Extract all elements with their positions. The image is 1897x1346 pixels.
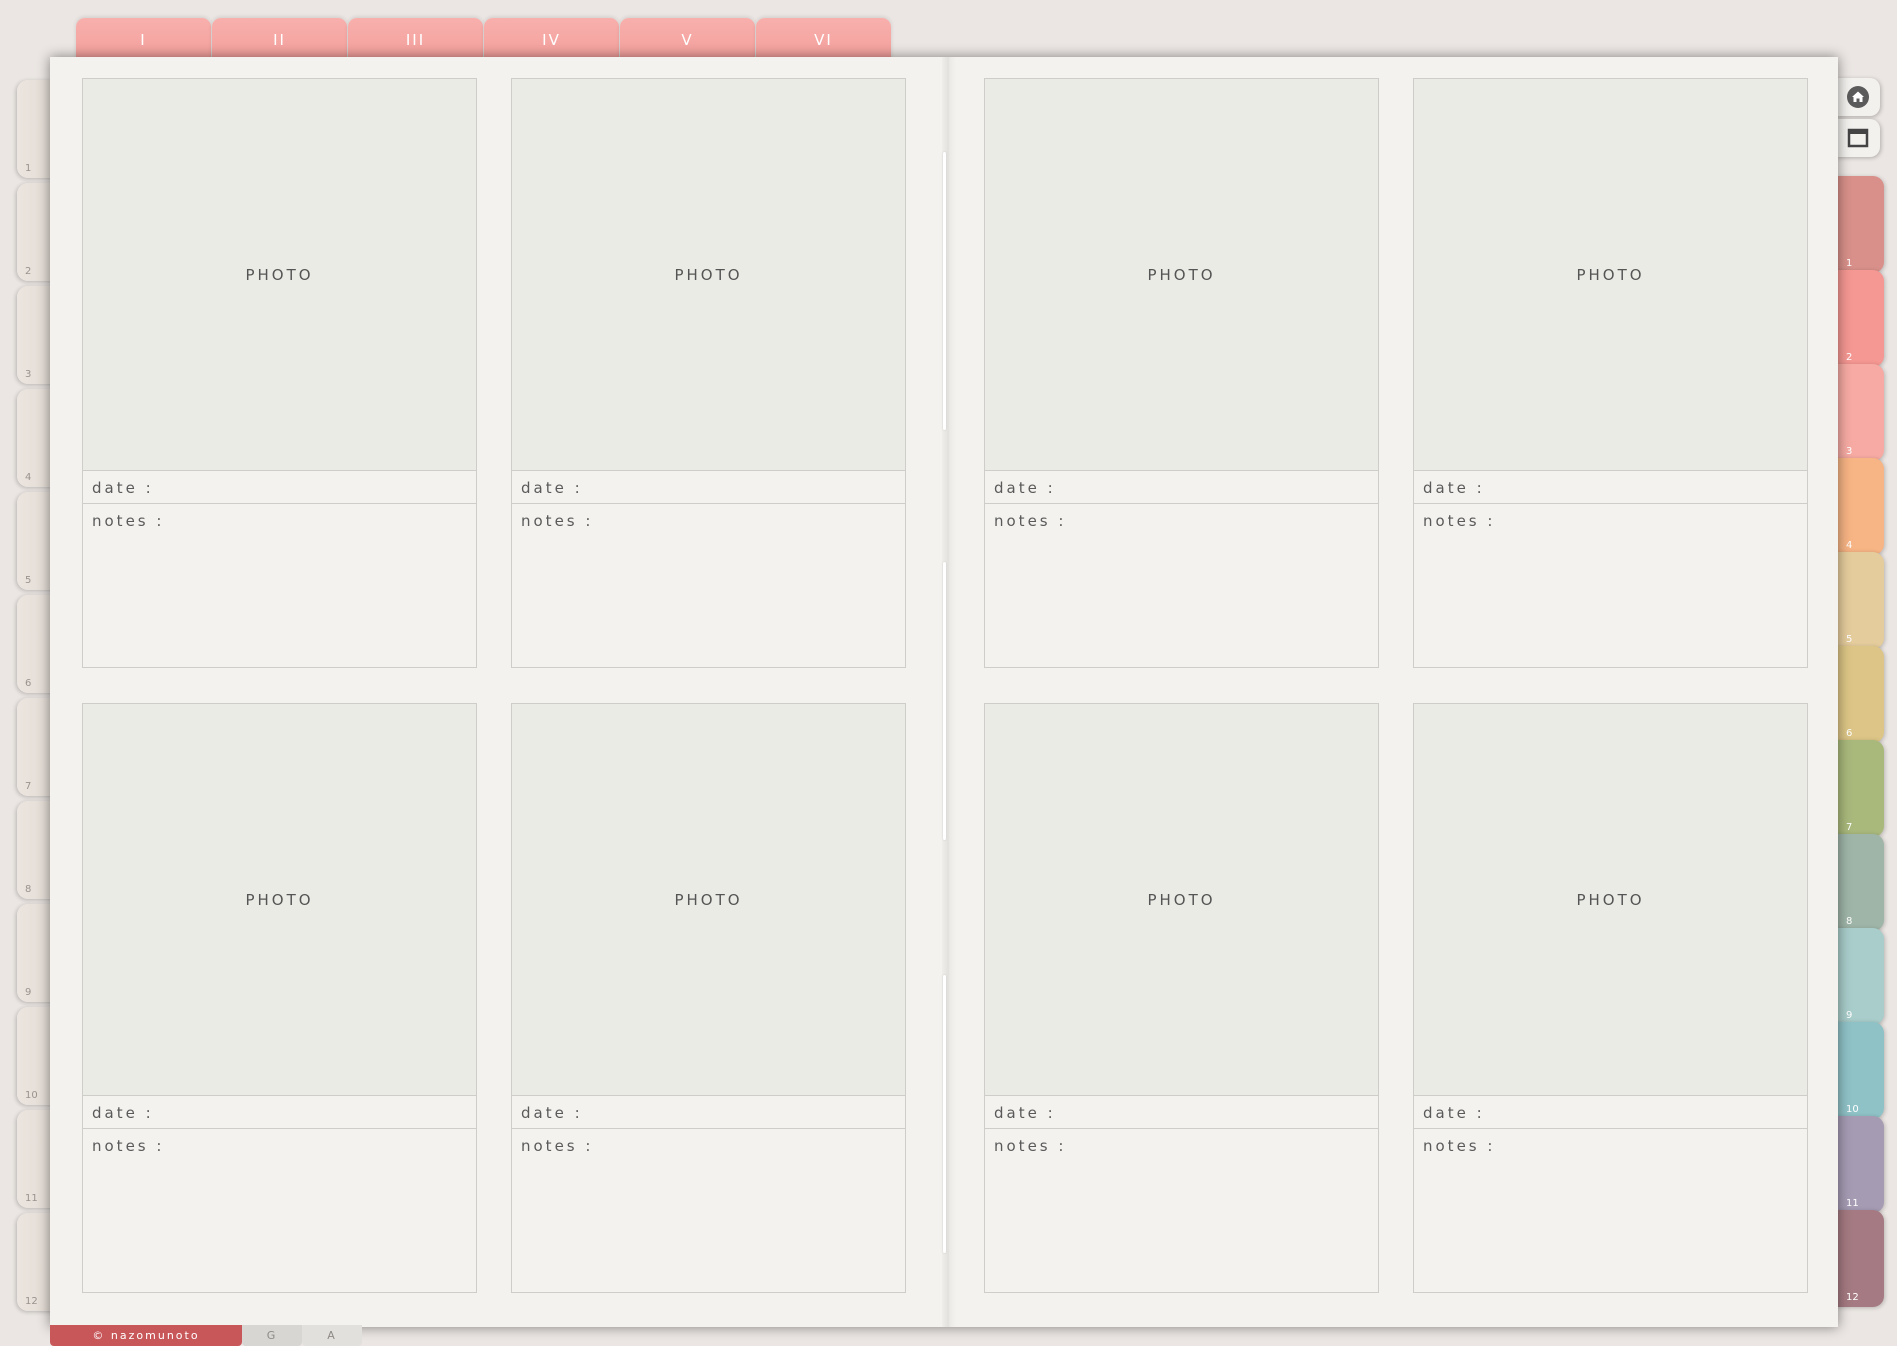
- right-month-tab-label: 1: [1846, 258, 1853, 269]
- credit-tab[interactable]: © nazomunoto: [50, 1325, 242, 1346]
- photo-slot[interactable]: PHOTO: [83, 704, 476, 1096]
- date-field[interactable]: date :: [985, 472, 1378, 504]
- left-month-tab-label: 11: [25, 1193, 38, 1204]
- notes-field[interactable]: notes :: [83, 1130, 476, 1292]
- photo-card-4: PHOTO date : notes :: [1413, 78, 1808, 668]
- binder-ring: [943, 562, 946, 840]
- left-month-tab-label: 7: [25, 781, 32, 792]
- notes-field[interactable]: notes :: [83, 505, 476, 667]
- photo-card-3: PHOTO date : notes :: [984, 78, 1379, 668]
- right-month-tab-label: 7: [1846, 822, 1853, 833]
- bottom-tab-g[interactable]: G: [242, 1325, 302, 1346]
- bottom-tabs: © nazomunoto G A: [50, 1325, 362, 1346]
- right-month-tab-label: 12: [1846, 1292, 1859, 1303]
- date-field[interactable]: date :: [83, 472, 476, 504]
- right-month-tab-1[interactable]: 1: [1836, 176, 1884, 273]
- photo-slot[interactable]: PHOTO: [512, 79, 905, 471]
- right-month-tab-5[interactable]: 5: [1836, 552, 1884, 649]
- date-field[interactable]: date :: [512, 472, 905, 504]
- right-month-tab-label: 4: [1846, 540, 1853, 551]
- right-month-tab-label: 3: [1846, 446, 1853, 457]
- section-tab-5[interactable]: V: [620, 18, 755, 60]
- photo-card-1: PHOTO date : notes :: [82, 78, 477, 668]
- right-month-tab-10[interactable]: 10: [1836, 1022, 1884, 1119]
- date-field[interactable]: date :: [1414, 1097, 1807, 1129]
- right-month-tab-label: 2: [1846, 352, 1853, 363]
- right-month-tab-4[interactable]: 4: [1836, 458, 1884, 555]
- right-month-tab-7[interactable]: 7: [1836, 740, 1884, 837]
- window-button[interactable]: [1836, 119, 1880, 157]
- right-month-tab-3[interactable]: 3: [1836, 364, 1884, 461]
- notes-field[interactable]: notes :: [985, 1130, 1378, 1292]
- photo-card-8: PHOTO date : notes :: [1413, 703, 1808, 1293]
- right-month-tab-12[interactable]: 12: [1836, 1210, 1884, 1307]
- right-month-tab-label: 6: [1846, 728, 1853, 739]
- left-month-tab-label: 2: [25, 266, 32, 277]
- binder-ring: [943, 152, 946, 430]
- bottom-tab-a[interactable]: A: [302, 1325, 362, 1346]
- section-tab-3[interactable]: III: [348, 18, 483, 60]
- right-month-tab-label: 8: [1846, 916, 1853, 927]
- left-month-tab-label: 6: [25, 678, 32, 689]
- planner-spread: PHOTO date : notes : PHOTO date : notes …: [50, 57, 1838, 1327]
- date-field[interactable]: date :: [83, 1097, 476, 1129]
- photo-card-6: PHOTO date : notes :: [511, 703, 906, 1293]
- notes-field[interactable]: notes :: [512, 505, 905, 667]
- left-month-tab-label: 8: [25, 884, 32, 895]
- date-field[interactable]: date :: [1414, 472, 1807, 504]
- right-month-tab-label: 10: [1846, 1104, 1859, 1115]
- left-month-tab-label: 10: [25, 1090, 38, 1101]
- photo-slot[interactable]: PHOTO: [512, 704, 905, 1096]
- photo-slot[interactable]: PHOTO: [1414, 704, 1807, 1096]
- date-field[interactable]: date :: [512, 1097, 905, 1129]
- right-month-tab-9[interactable]: 9: [1836, 928, 1884, 1025]
- right-month-tab-2[interactable]: 2: [1836, 270, 1884, 367]
- notes-field[interactable]: notes :: [512, 1130, 905, 1292]
- notes-field[interactable]: notes :: [985, 505, 1378, 667]
- right-month-tab-label: 5: [1846, 634, 1853, 645]
- window-icon: [1847, 128, 1869, 148]
- left-month-tab-label: 4: [25, 472, 32, 483]
- section-tab-1[interactable]: I: [76, 18, 211, 60]
- photo-slot[interactable]: PHOTO: [985, 704, 1378, 1096]
- home-button[interactable]: [1836, 78, 1880, 116]
- left-month-tab-label: 1: [25, 163, 32, 174]
- photo-card-2: PHOTO date : notes :: [511, 78, 906, 668]
- binder-ring: [943, 975, 946, 1253]
- right-month-tab-label: 9: [1846, 1010, 1853, 1021]
- left-month-tab-label: 5: [25, 575, 32, 586]
- section-tab-2[interactable]: II: [212, 18, 347, 60]
- date-field[interactable]: date :: [985, 1097, 1378, 1129]
- section-tabs: I II III IV V VI: [76, 18, 892, 60]
- section-tab-4[interactable]: IV: [484, 18, 619, 60]
- photo-card-5: PHOTO date : notes :: [82, 703, 477, 1293]
- photo-slot[interactable]: PHOTO: [1414, 79, 1807, 471]
- right-month-tab-11[interactable]: 11: [1836, 1116, 1884, 1213]
- left-month-tab-label: 12: [25, 1296, 38, 1307]
- right-month-tab-8[interactable]: 8: [1836, 834, 1884, 931]
- notes-field[interactable]: notes :: [1414, 1130, 1807, 1292]
- notes-field[interactable]: notes :: [1414, 505, 1807, 667]
- right-month-tab-6[interactable]: 6: [1836, 646, 1884, 743]
- left-month-tab-label: 3: [25, 369, 32, 380]
- section-tab-6[interactable]: VI: [756, 18, 891, 60]
- photo-slot[interactable]: PHOTO: [985, 79, 1378, 471]
- photo-slot[interactable]: PHOTO: [83, 79, 476, 471]
- home-icon: [1847, 86, 1869, 108]
- photo-card-7: PHOTO date : notes :: [984, 703, 1379, 1293]
- left-month-tab-label: 9: [25, 987, 32, 998]
- right-month-tab-label: 11: [1846, 1198, 1859, 1209]
